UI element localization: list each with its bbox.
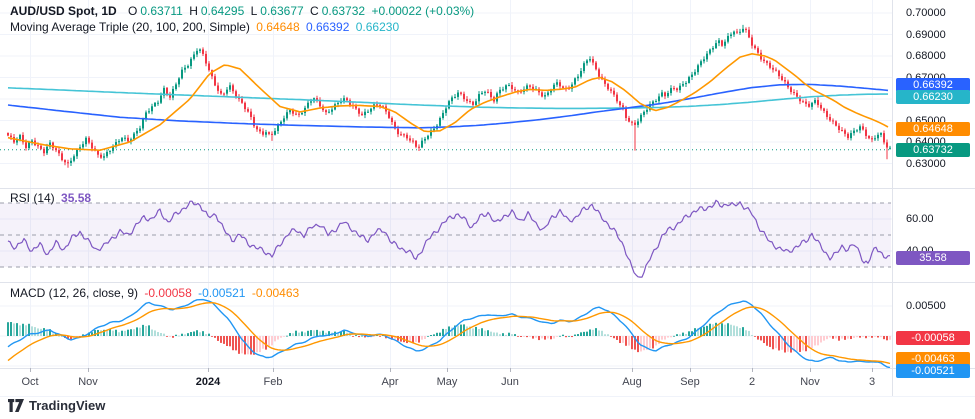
ma200-value: 0.66230 bbox=[356, 20, 399, 34]
price-axis[interactable]: 0.700000.690000.680000.670000.660000.650… bbox=[893, 0, 975, 396]
time-axis-label: Aug bbox=[622, 376, 642, 388]
tradingview-logo-text: TradingView bbox=[29, 398, 105, 413]
time-axis[interactable]: Oct Nov 2024 Feb Apr May Jun Aug Sep 2 Nov 3 bbox=[0, 368, 892, 396]
time-axis-label: Nov bbox=[78, 376, 98, 388]
time-axis-label: 2024 bbox=[196, 376, 220, 388]
macd-line-value: -0.00521 bbox=[198, 286, 245, 300]
time-axis-label: Nov bbox=[800, 376, 820, 388]
price-axis-label: 0.69000 bbox=[906, 29, 946, 41]
macd-indicator-header[interactable]: MACD (12, 26, close, 9) -0.00058 -0.0052… bbox=[10, 286, 302, 300]
pane-separator-rsi-macd[interactable] bbox=[0, 282, 975, 283]
time-axis-tick bbox=[872, 368, 873, 372]
symbol-title: AUD/USD Spot, 1D bbox=[10, 4, 117, 18]
macd-signal-value: -0.00463 bbox=[252, 286, 299, 300]
symbol-header: AUD/USD Spot, 1D O0.63711 H0.64295 L0.63… bbox=[10, 4, 477, 18]
high-value: 0.64295 bbox=[201, 4, 244, 18]
low-label: L bbox=[251, 4, 258, 18]
price-badge: 0.63732 bbox=[896, 143, 970, 157]
time-axis-label: Oct bbox=[21, 376, 38, 388]
time-axis-tick bbox=[632, 368, 633, 372]
price-badge: 0.64648 bbox=[896, 122, 970, 136]
close-label: C bbox=[310, 4, 319, 18]
candlestick-series bbox=[7, 25, 891, 168]
macd-axis-label: 0.00500 bbox=[906, 300, 946, 312]
low-value: 0.63677 bbox=[260, 4, 303, 18]
macd-title: MACD (12, 26, close, 9) bbox=[10, 286, 138, 300]
chart-bottom-border bbox=[0, 396, 975, 397]
time-axis-label: May bbox=[437, 376, 458, 388]
macd-hist-value: -0.00058 bbox=[144, 286, 191, 300]
time-axis-label: 2 bbox=[749, 376, 755, 388]
rsi-value: 35.58 bbox=[61, 191, 91, 205]
time-axis-label: Sep bbox=[680, 376, 700, 388]
ma-indicator-header[interactable]: Moving Average Triple (20, 100, 200, Sim… bbox=[10, 20, 402, 34]
price-axis-label: 0.63000 bbox=[906, 158, 946, 170]
time-axis-tick bbox=[88, 368, 89, 372]
high-label: H bbox=[189, 4, 198, 18]
chart-canvas[interactable] bbox=[0, 0, 892, 396]
ma-indicator-title: Moving Average Triple (20, 100, 200, Sim… bbox=[10, 20, 250, 34]
price-axis-label: 0.70000 bbox=[906, 7, 946, 19]
time-axis-tick bbox=[390, 368, 391, 372]
ma100-value: 0.66392 bbox=[306, 20, 349, 34]
change-value: +0.00022 (+0.03%) bbox=[371, 4, 474, 18]
time-axis-label: 3 bbox=[869, 376, 875, 388]
price-badge: 0.66230 bbox=[896, 90, 970, 104]
open-label: O bbox=[128, 4, 137, 18]
close-value: 0.63732 bbox=[322, 4, 365, 18]
tradingview-logo[interactable]: TradingView bbox=[8, 398, 105, 413]
macd-badge: -0.00521 bbox=[896, 364, 970, 378]
rsi-title: RSI (14) bbox=[10, 191, 55, 205]
time-axis-tick bbox=[752, 368, 753, 372]
time-axis-tick bbox=[690, 368, 691, 372]
time-axis-tick bbox=[510, 368, 511, 372]
time-axis-tick bbox=[208, 368, 209, 372]
price-axis-label: 0.68000 bbox=[906, 50, 946, 62]
time-axis-label: Apr bbox=[381, 376, 398, 388]
time-axis-tick bbox=[810, 368, 811, 372]
time-axis-tick bbox=[447, 368, 448, 372]
macd-histogram bbox=[7, 322, 891, 355]
pane-separator-main-rsi[interactable] bbox=[0, 188, 975, 189]
ma20-value: 0.64648 bbox=[256, 20, 299, 34]
rsi-indicator-header[interactable]: RSI (14) 35.58 bbox=[10, 191, 94, 205]
macd-badge: -0.00058 bbox=[896, 331, 970, 345]
rsi-badge: 35.58 bbox=[896, 251, 970, 265]
open-value: 0.63711 bbox=[140, 4, 183, 18]
tradingview-logo-icon bbox=[8, 399, 24, 412]
time-axis-label: Jun bbox=[501, 376, 519, 388]
time-axis-label: Feb bbox=[264, 376, 283, 388]
tradingview-chart-window: AUD/USD Spot, 1D O0.63711 H0.64295 L0.63… bbox=[0, 0, 975, 419]
time-axis-tick bbox=[273, 368, 274, 372]
rsi-axis-label: 60.00 bbox=[906, 213, 934, 225]
time-axis-tick bbox=[30, 368, 31, 372]
